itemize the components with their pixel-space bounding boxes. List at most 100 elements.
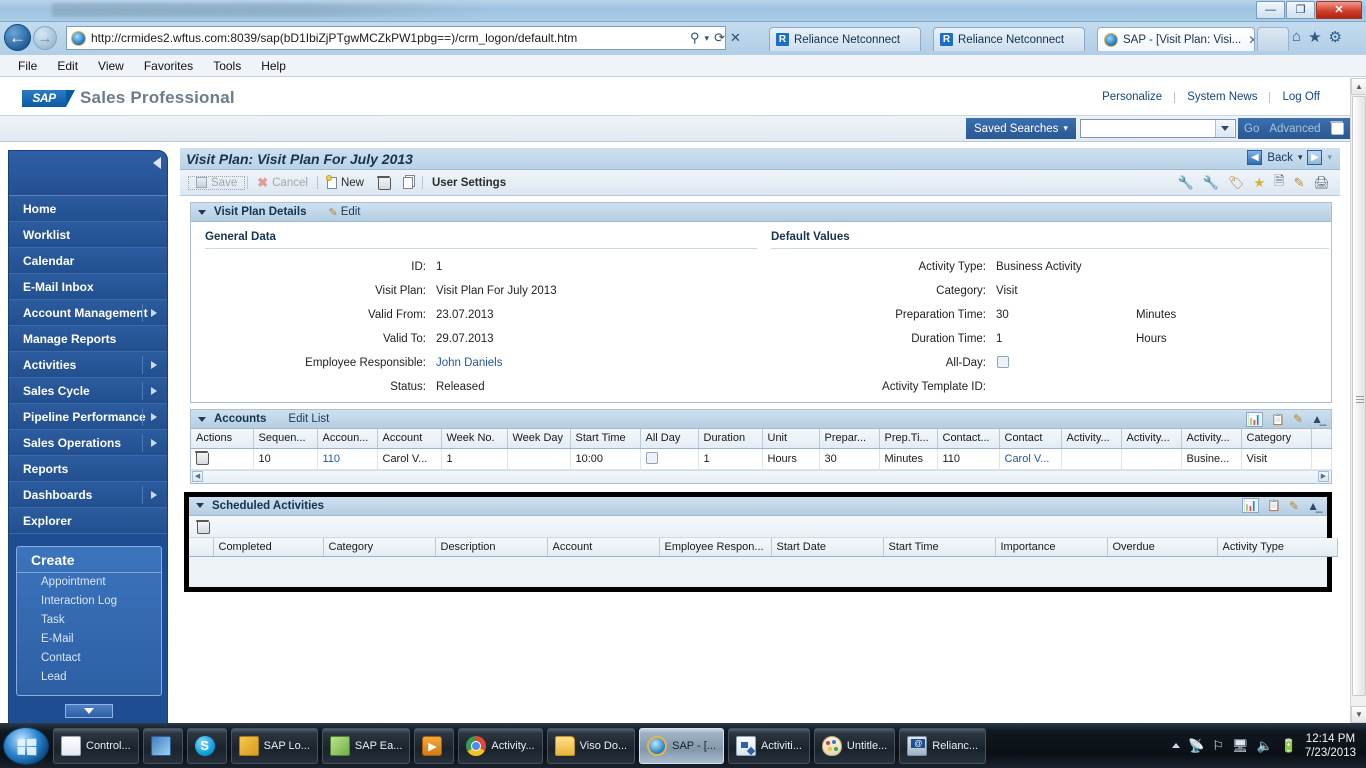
save-button[interactable]: Save bbox=[188, 175, 246, 190]
sidebar-item-sales-cycle[interactable]: Sales Cycle bbox=[9, 378, 167, 404]
refresh-icon[interactable]: ⟳ bbox=[714, 30, 725, 46]
wrench-screwdriver-icon[interactable]: 🔧 bbox=[1178, 175, 1194, 191]
tools-gear-icon[interactable]: ⚙ bbox=[1329, 28, 1342, 46]
sidebar-collapse-arrow-icon[interactable] bbox=[153, 157, 161, 169]
search-dropdown-button[interactable] bbox=[1215, 120, 1234, 137]
sidebar-item-account-management[interactable]: Account Management bbox=[9, 300, 167, 326]
browser-tab-1[interactable]: R Reliance Netconnect bbox=[769, 27, 921, 51]
browser-tab-2[interactable]: R Reliance Netconnect bbox=[933, 27, 1085, 51]
col-contact-id[interactable]: Contact... bbox=[937, 429, 1000, 449]
show-hidden-icons-arrow-icon[interactable] bbox=[1172, 743, 1181, 748]
accounts-horizontal-scrollbar[interactable]: ◀ ▶ bbox=[191, 469, 1331, 483]
sidebar-item-home[interactable]: Home bbox=[9, 196, 167, 222]
create-link-contact[interactable]: Contact bbox=[17, 649, 161, 668]
menu-edit[interactable]: Edit bbox=[47, 57, 88, 75]
menu-view[interactable]: View bbox=[88, 57, 134, 75]
sidebar-item-calendar[interactable]: Calendar bbox=[9, 248, 167, 274]
edit-pencil-icon[interactable]: ✎ bbox=[1289, 499, 1299, 513]
taskbar-item-viso-documents[interactable]: Viso Do... bbox=[546, 727, 636, 764]
chart-bar-icon[interactable]: 📊 bbox=[1241, 498, 1260, 513]
maximize-button[interactable]: ❐ bbox=[1286, 1, 1315, 19]
battery-icon[interactable]: 🔋 bbox=[1281, 738, 1297, 754]
forward-history-caret-icon[interactable]: ▾ bbox=[1327, 152, 1332, 163]
search-input[interactable] bbox=[1081, 121, 1215, 136]
link-personalize[interactable]: Personalize bbox=[1090, 91, 1174, 103]
url-bar[interactable]: http://crmides2.wftus.com:8039/sap(bD1Ib… bbox=[66, 26, 726, 50]
create-link-interaction-log[interactable]: Interaction Log bbox=[17, 592, 161, 611]
scroll-up-arrow-icon[interactable]: ▲ bbox=[1351, 78, 1366, 95]
scroll-down-arrow-icon[interactable]: ▼ bbox=[1351, 706, 1366, 723]
col-completed[interactable]: Completed bbox=[213, 537, 324, 557]
network-icon[interactable]: 🖥 bbox=[1232, 738, 1249, 754]
forward-arrow-icon[interactable]: ▶ bbox=[1307, 150, 1323, 165]
scroll-left-arrow-icon[interactable]: ◀ bbox=[192, 470, 203, 482]
edit-pencil-icon[interactable]: ✎ bbox=[1294, 175, 1305, 191]
new-tab-button[interactable] bbox=[1257, 27, 1289, 51]
menu-help[interactable]: Help bbox=[251, 57, 296, 75]
edit-details-button[interactable]: ✎ Edit bbox=[328, 206, 360, 219]
taskbar-item-sap-logon[interactable]: SAP Lo... bbox=[230, 727, 318, 764]
sidebar-item-manage-reports[interactable]: Manage Reports bbox=[9, 326, 167, 352]
sidebar-item-reports[interactable]: Reports bbox=[9, 456, 167, 482]
col-employee-responsible[interactable]: Employee Respon... bbox=[659, 537, 772, 557]
search-dropdown-caret-icon[interactable]: ▾ bbox=[705, 33, 710, 44]
search-combo[interactable] bbox=[1080, 119, 1236, 138]
col-activity-3[interactable]: Activity... bbox=[1181, 429, 1242, 449]
col-start-time[interactable]: Start Time bbox=[570, 429, 641, 449]
menu-favorites[interactable]: Favorites bbox=[134, 57, 203, 75]
favorites-star-icon[interactable]: ★ bbox=[1308, 28, 1321, 46]
export-spreadsheet-icon[interactable]: 📋 bbox=[1271, 413, 1285, 426]
flag-action-center-icon[interactable]: ⚐ bbox=[1212, 738, 1224, 754]
wrench-icon[interactable]: 🔧 bbox=[1203, 175, 1219, 191]
back-arrow-icon[interactable]: ◀ bbox=[1247, 150, 1263, 165]
col-activity-1[interactable]: Activity... bbox=[1061, 429, 1122, 449]
print-icon[interactable]: 🖨 bbox=[1313, 175, 1330, 191]
col-activity-2[interactable]: Activity... bbox=[1121, 429, 1182, 449]
scrollbar-thumb[interactable] bbox=[1352, 96, 1366, 696]
field-value-employee-responsible[interactable]: John Daniels bbox=[436, 357, 502, 369]
user-settings-button[interactable]: User Settings bbox=[425, 177, 513, 189]
taskbar-item-control[interactable]: Control... bbox=[53, 727, 139, 764]
sidebar-item-explorer[interactable]: Explorer bbox=[9, 508, 167, 534]
taskbar-item-chrome[interactable]: Activity... bbox=[458, 727, 543, 764]
tab-close-icon[interactable]: ✕ bbox=[1248, 33, 1254, 47]
delete-trash-icon[interactable] bbox=[196, 519, 210, 534]
col-account[interactable]: Account bbox=[377, 429, 442, 449]
table-row[interactable]: 10 110 Carol V... 1 10:00 1 Hours 30 Min… bbox=[191, 448, 1332, 470]
taskbar-item-sap-ie[interactable]: SAP - [... bbox=[639, 727, 724, 764]
tag-icon[interactable]: 🏷 bbox=[1228, 175, 1245, 191]
create-link-task[interactable]: Task bbox=[17, 611, 161, 630]
col-overdue[interactable]: Overdue bbox=[1107, 537, 1218, 557]
col-actions[interactable]: Actions bbox=[191, 429, 254, 449]
delete-button[interactable] bbox=[371, 176, 396, 190]
sidebar-item-worklist[interactable]: Worklist bbox=[9, 222, 167, 248]
back-button-label[interactable]: Back bbox=[1267, 152, 1293, 164]
edit-pencil-icon[interactable]: ✎ bbox=[1293, 412, 1303, 426]
visit-plan-details-header[interactable]: Visit Plan Details ✎ Edit bbox=[191, 203, 1331, 222]
delete-trash-icon[interactable] bbox=[195, 450, 209, 465]
cell-account-id[interactable]: 110 bbox=[317, 448, 378, 470]
close-button[interactable]: ✕ bbox=[1316, 1, 1362, 19]
col-duration[interactable]: Duration bbox=[698, 429, 763, 449]
menu-file[interactable]: File bbox=[8, 57, 47, 75]
col-all-day[interactable]: All Day bbox=[640, 429, 699, 449]
link-system-news[interactable]: System News bbox=[1175, 91, 1269, 103]
col-activity-type[interactable]: Activity Type bbox=[1217, 537, 1338, 557]
home-icon[interactable]: ⌂ bbox=[1292, 28, 1301, 46]
favorite-star-add-icon[interactable]: ★ bbox=[1253, 175, 1265, 191]
browser-tab-3[interactable]: SAP - [Visit Plan: Visi... ✕ bbox=[1097, 27, 1255, 51]
create-link-appointment[interactable]: Appointment bbox=[17, 573, 161, 592]
cell-all-day[interactable] bbox=[640, 448, 699, 470]
col-category[interactable]: Category bbox=[1241, 429, 1312, 449]
all-day-row-checkbox[interactable] bbox=[645, 452, 658, 464]
all-day-checkbox[interactable] bbox=[997, 356, 1009, 368]
advanced-search-button[interactable]: Advanced bbox=[1269, 123, 1320, 135]
new-button[interactable]: New bbox=[320, 174, 371, 189]
col-category[interactable]: Category bbox=[323, 537, 436, 557]
collapse-icon[interactable]: ▲̲ bbox=[1307, 499, 1319, 513]
col-preparation[interactable]: Prepar... bbox=[819, 429, 880, 449]
start-button[interactable] bbox=[3, 726, 49, 765]
create-link-lead[interactable]: Lead bbox=[17, 668, 161, 687]
col-unit[interactable]: Unit bbox=[762, 429, 820, 449]
cell-actions[interactable] bbox=[191, 448, 254, 470]
